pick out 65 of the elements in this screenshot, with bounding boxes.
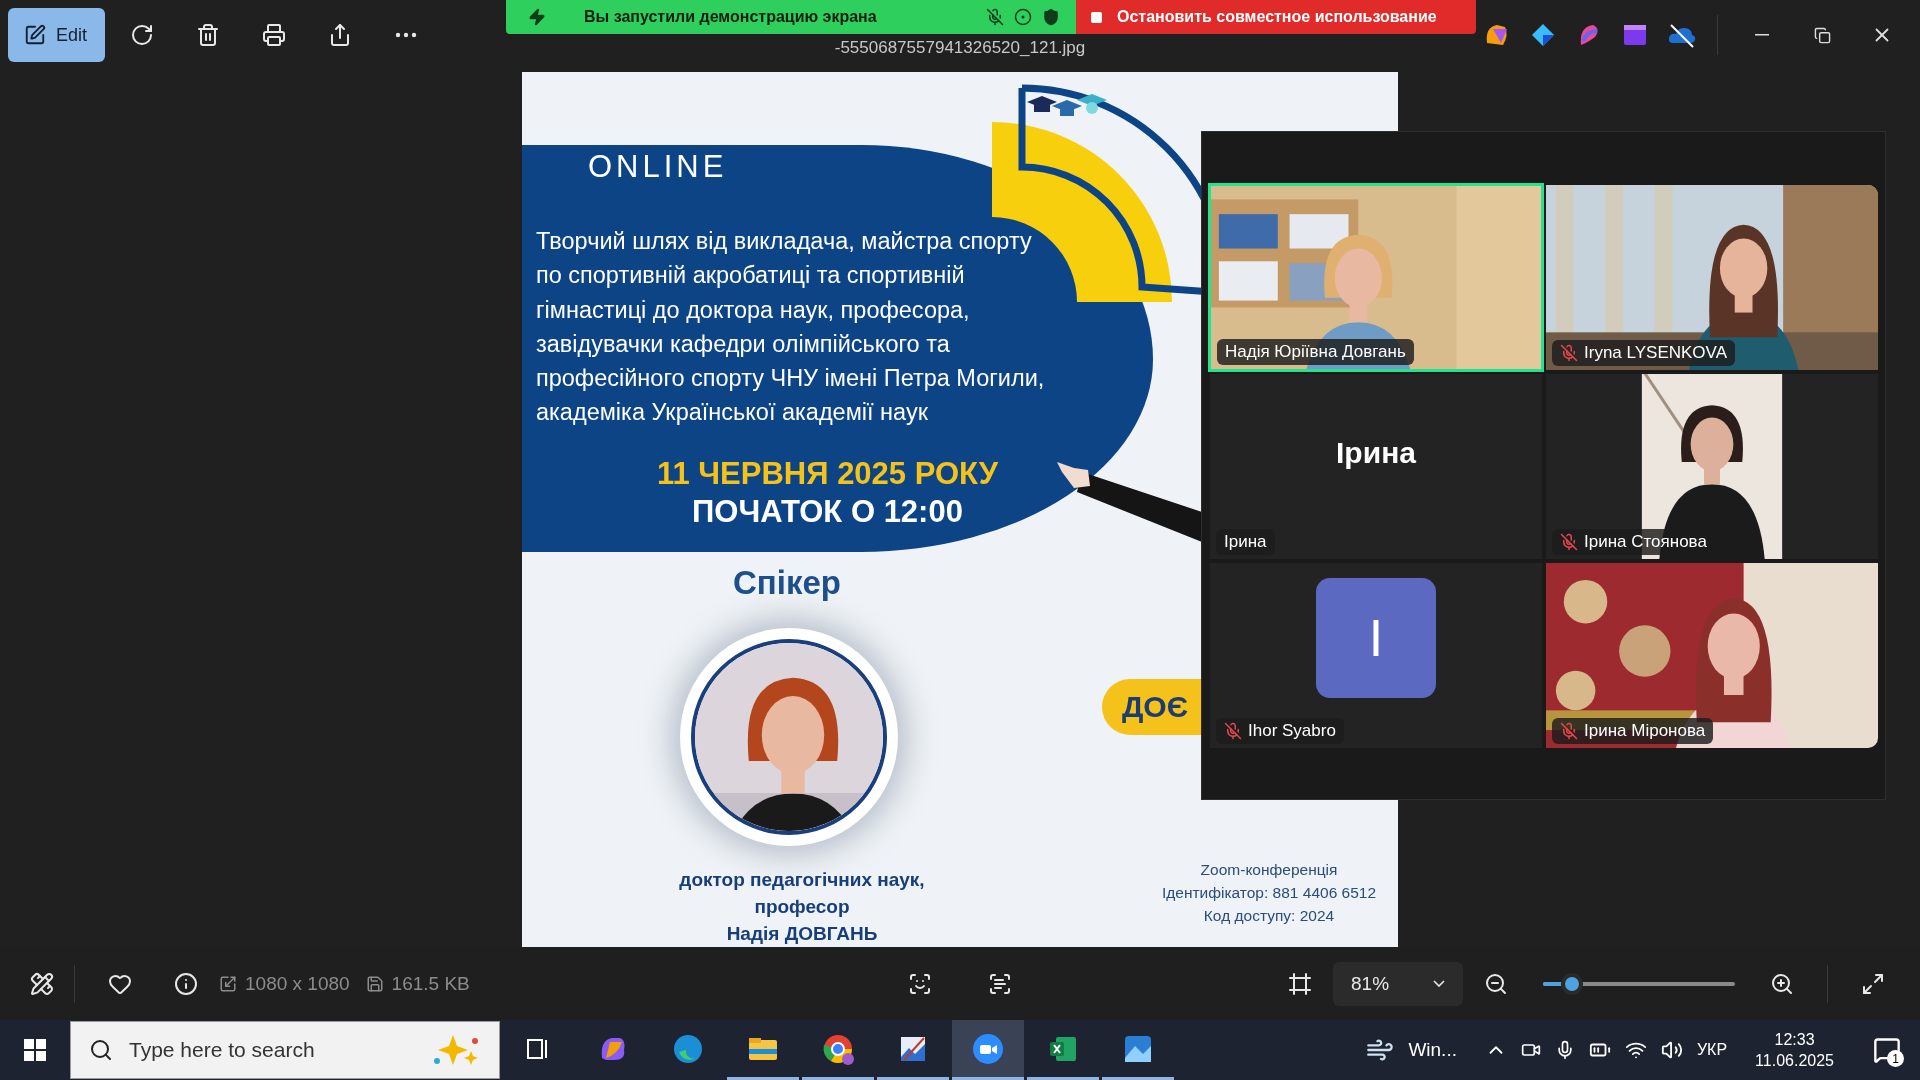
muted-mic-icon	[1560, 344, 1578, 362]
online-label: ONLINE	[588, 149, 728, 185]
event-date: 11 ЧЕРВНЯ 2025 РОКУ	[656, 455, 1000, 492]
share-icon	[328, 23, 352, 47]
participant-label: Ірина Міронова	[1552, 718, 1714, 744]
sparkle-icon	[431, 1033, 481, 1067]
lightning-icon	[528, 8, 546, 26]
scan-text-icon	[988, 971, 1012, 996]
more-icon	[395, 32, 417, 38]
restore-icon	[1813, 26, 1831, 44]
message-icon	[1873, 1036, 1901, 1064]
zoom-out-icon	[1484, 971, 1508, 996]
muted-mic-icon	[1560, 722, 1578, 740]
info-icon	[174, 971, 198, 996]
participant-name: Ірина	[1336, 435, 1416, 470]
muted-mic-icon[interactable]	[986, 8, 1004, 26]
image-dimensions: 1080 x 1080	[245, 972, 350, 995]
search-bar[interactable]: Type here to search	[70, 1021, 500, 1079]
scan-face-icon	[908, 971, 932, 996]
video-call-icon	[971, 1031, 1005, 1066]
clock[interactable]: 12:33 11.06.2025	[1755, 1029, 1834, 1071]
participant-label: Iryna LYSENKOVA	[1552, 340, 1735, 366]
search-icon	[89, 1038, 113, 1062]
avatar: I	[1316, 577, 1436, 698]
file-name: -5550687557941326520_121.jpg	[834, 38, 1086, 58]
participant-label: Ihor Syabro	[1216, 718, 1344, 744]
cloud-icon[interactable]	[1667, 21, 1697, 49]
weather-text[interactable]: Win...	[1408, 1039, 1457, 1061]
conference-info: Zoom-конференція Ідентифікатор: 881 4406 6512 Код доступу: 2024	[1160, 860, 1378, 926]
muted-mic-icon	[1560, 533, 1578, 551]
chevron-down-icon	[1433, 980, 1445, 987]
shield-icon[interactable]	[1042, 8, 1060, 26]
edit-icon	[24, 24, 46, 46]
graduation-caps-icon	[1027, 94, 1107, 116]
zoom-in-icon	[1770, 971, 1794, 996]
zoom-dropdown[interactable]: 81%	[1333, 961, 1463, 1006]
event-description: Творчий шлях від викладача, майстра спорту по спортивній акробатиці та спортивній гімнастиці до доктора наук, професора, завідувачки кафедри олімпійського та професійного спорту ЧНУ імені Петра Могили, академіка Української академії наук	[536, 227, 1045, 428]
stop-icon	[1090, 10, 1103, 24]
participant-label: Надія Юріївна Довгань	[1217, 339, 1414, 365]
minimize-icon	[1755, 34, 1769, 36]
notifications-button[interactable]: 1	[1862, 1025, 1912, 1075]
printer-icon	[262, 23, 286, 47]
sharing-status: Вы запустили демонстрацию экрана	[584, 8, 877, 26]
windows-icon	[24, 1039, 46, 1061]
trash-icon	[196, 23, 220, 47]
file-size-icon	[365, 974, 384, 993]
volume-icon[interactable]	[1660, 1039, 1683, 1061]
participant-label: Ірина	[1216, 529, 1275, 555]
speaker-credentials: доктор педагогічних наук, професор Надія ДОВГАНЬ	[678, 868, 925, 946]
pencil-ruler-icon	[30, 971, 54, 996]
search-field[interactable]: Type here to search	[127, 1037, 417, 1063]
taskbar-app[interactable]	[952, 1020, 1024, 1080]
stop-sharing-button[interactable]: Остановить совместное использование	[1076, 0, 1476, 34]
edit-button[interactable]: Edit	[8, 8, 105, 62]
rotate-icon	[130, 23, 154, 47]
start-time: ПОЧАТОК О 12:00	[692, 493, 964, 530]
muted-mic-icon	[1224, 722, 1242, 740]
file-size: 161.5 KB	[391, 972, 470, 995]
speaker-heading: Спікер	[733, 564, 841, 602]
frame-icon	[1288, 971, 1312, 996]
expand-icon	[1861, 971, 1885, 996]
language-indicator[interactable]: УКР	[1696, 1041, 1728, 1059]
dimensions-icon	[219, 974, 237, 993]
record-icon[interactable]	[1014, 8, 1032, 26]
slider-thumb[interactable]	[1560, 972, 1583, 995]
